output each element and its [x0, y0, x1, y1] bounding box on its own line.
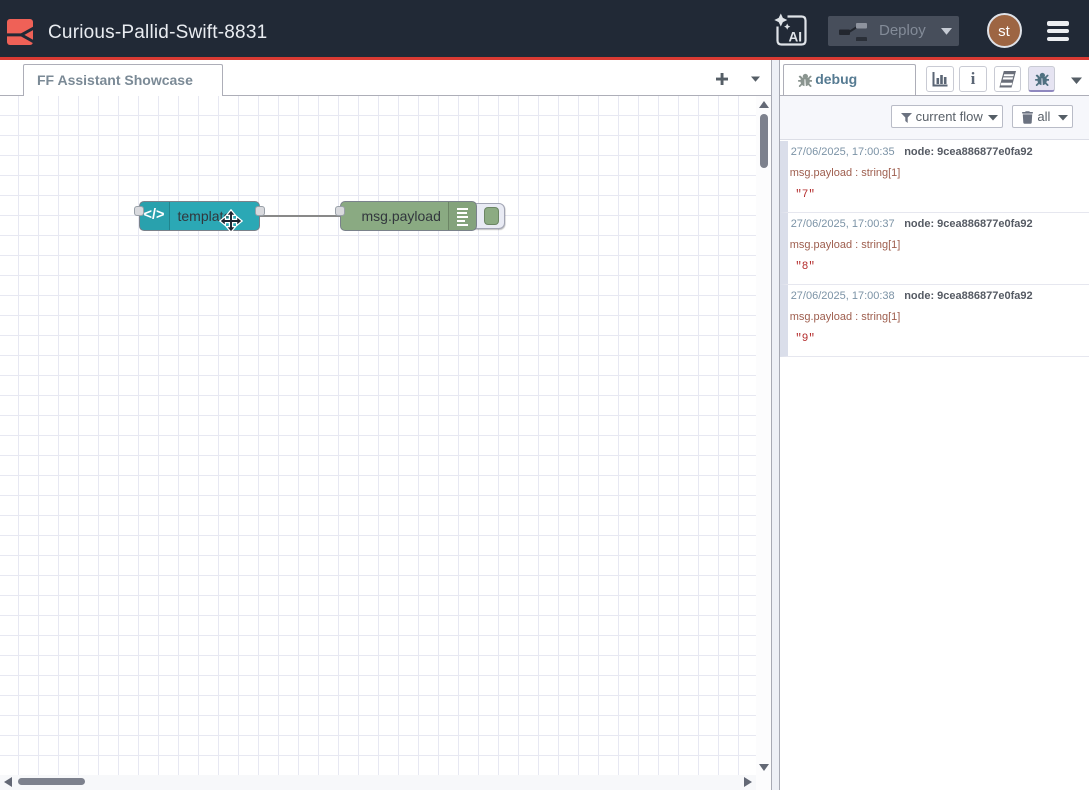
- svg-text:AI: AI: [789, 30, 803, 45]
